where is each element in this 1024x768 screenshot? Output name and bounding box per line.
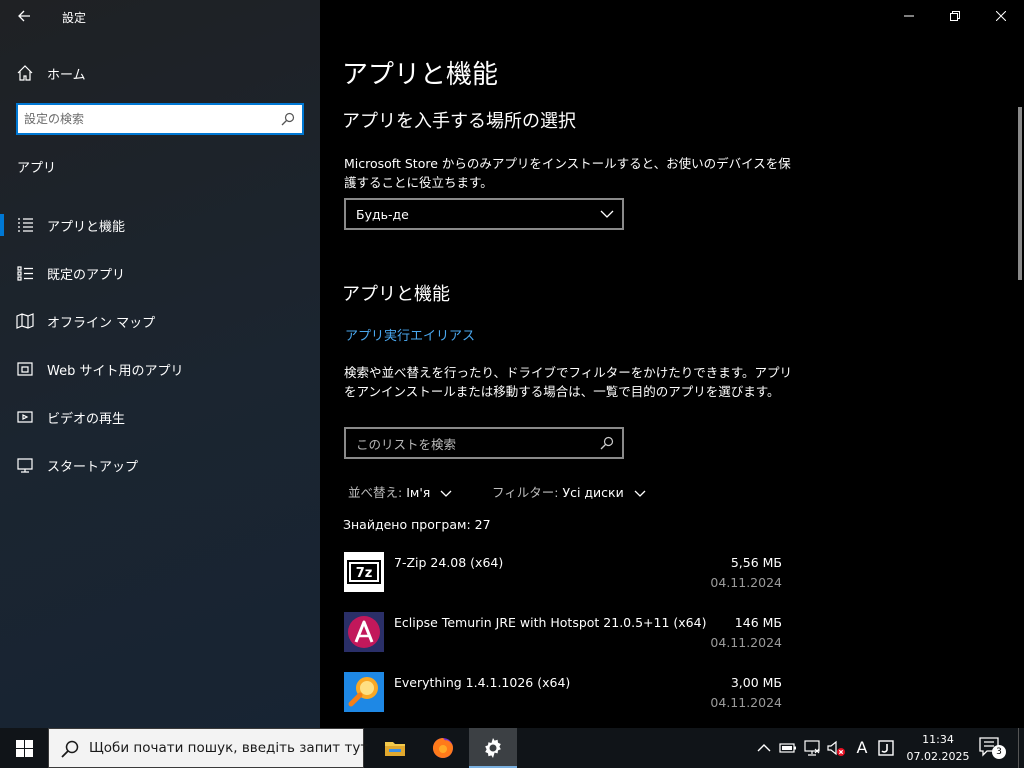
- app-date: 04.11.2024: [710, 635, 782, 650]
- search-icon: [600, 436, 614, 450]
- app-list-search-input[interactable]: [356, 435, 592, 453]
- filter-value: Усі диски: [562, 485, 624, 500]
- sidebar-item-label: Web サイト用のアプリ: [47, 364, 184, 379]
- volume-muted-icon[interactable]: [826, 738, 846, 758]
- show-desktop-button[interactable]: [1018, 728, 1024, 768]
- nav-home[interactable]: ホーム: [0, 52, 320, 92]
- action-center-button[interactable]: 3: [978, 736, 1008, 760]
- chevron-down-icon: [600, 210, 614, 218]
- sidebar-item-apps-features[interactable]: アプリと機能: [0, 204, 320, 244]
- taskbar-settings[interactable]: [469, 728, 517, 768]
- file-explorer-icon: [385, 742, 405, 756]
- firefox-icon: [432, 737, 453, 758]
- source-heading: アプリを入手する場所の選択: [342, 111, 576, 132]
- search-icon: [61, 740, 79, 758]
- close-button[interactable]: [978, 0, 1024, 32]
- windows-logo-icon: [16, 740, 33, 757]
- ime-mode-icon[interactable]: [876, 738, 896, 758]
- sidebar-item-label: ビデオの再生: [47, 412, 126, 427]
- app-execution-alias-link[interactable]: アプリ実行エイリアス: [345, 325, 475, 344]
- taskbar-search[interactable]: Щоби почати пошук, введіть запит тут: [48, 728, 368, 768]
- sort-label: 並べ替え:: [348, 485, 403, 500]
- app-size: 3,00 МБ: [730, 675, 782, 690]
- sidebar-item-startup[interactable]: スタートアップ: [0, 444, 320, 484]
- sidebar-item-offline-maps[interactable]: オフライン マップ: [0, 300, 320, 340]
- sidebar-item-label: オフライン マップ: [47, 316, 156, 331]
- settings-sidebar: 設定 ホーム アプリ アプリと機能 既定のアプリ オフライン マップ: [0, 0, 320, 728]
- back-button[interactable]: [8, 0, 40, 32]
- battery-icon[interactable]: [778, 738, 798, 758]
- search-icon: [281, 112, 295, 126]
- clock-date: 07.02.2025: [906, 750, 970, 763]
- sidebar-item-video-playback[interactable]: ビデオの再生: [0, 396, 320, 436]
- apps-heading: アプリと機能: [342, 284, 450, 305]
- page-title: アプリと機能: [342, 60, 499, 90]
- default-apps-icon: [17, 266, 33, 281]
- arrow-left-icon: [18, 10, 30, 22]
- settings-gear-icon: [485, 738, 501, 758]
- dropdown-value: Будь-де: [356, 207, 409, 222]
- web-apps-icon: [17, 362, 33, 376]
- close-icon: [996, 11, 1006, 21]
- startup-icon: [17, 458, 33, 473]
- window-title: 設定: [62, 11, 87, 25]
- source-description: Microsoft Store からのみアプリをインストールすると、お使いのデバ…: [344, 156, 791, 190]
- app-name: Everything 1.4.1.1026 (x64): [394, 675, 571, 690]
- apps-found-count: Знайдено програм: 27: [343, 517, 491, 532]
- app-list-item[interactable]: 7z 7-Zip 24.08 (x64) 5,56 МБ 04.11.2024: [320, 552, 1024, 612]
- app-source-dropdown[interactable]: Будь-де: [344, 198, 624, 230]
- app-date: 04.11.2024: [710, 695, 782, 710]
- settings-search-input[interactable]: [24, 110, 272, 128]
- app-name: Eclipse Temurin JRE with Hotspot 21.0.5+…: [394, 615, 707, 630]
- app-name: 7-Zip 24.08 (x64): [394, 555, 504, 570]
- filter-dropdown[interactable]: フィルター: Усі диски: [492, 482, 646, 501]
- filter-label: フィルター:: [492, 485, 559, 500]
- notification-badge: 3: [992, 745, 1006, 759]
- app-size: 5,56 МБ: [730, 555, 782, 570]
- sort-dropdown[interactable]: 並べ替え: Ім'я: [348, 482, 452, 501]
- home-icon: [17, 65, 33, 81]
- section-label-apps: アプリ: [17, 161, 57, 176]
- chevron-up-icon[interactable]: [754, 738, 774, 758]
- taskbar-file-explorer[interactable]: [371, 728, 419, 768]
- apps-description: 検索や並べ替えを行ったり、ドライブでフィルターをかけたりできます。アプリをアンイ…: [344, 365, 793, 399]
- map-icon: [16, 313, 34, 329]
- sidebar-item-label: アプリと機能: [47, 220, 126, 235]
- chevron-down-icon: [440, 490, 452, 497]
- network-icon[interactable]: [802, 738, 822, 758]
- sidebar-item-label: 既定のアプリ: [47, 268, 126, 283]
- sidebar-item-label: スタートアップ: [47, 460, 139, 475]
- taskbar-search-placeholder: Щоби почати пошук, введіть запит тут: [89, 740, 369, 756]
- minimize-icon: [904, 15, 914, 17]
- video-icon: [17, 411, 33, 423]
- sidebar-item-default-apps[interactable]: 既定のアプリ: [0, 252, 320, 292]
- app-date: 04.11.2024: [710, 575, 782, 590]
- app-size: 146 МБ: [734, 615, 782, 630]
- temurin-icon: [344, 612, 384, 652]
- settings-search[interactable]: [16, 103, 304, 135]
- restore-icon: [950, 11, 960, 21]
- list-icon: [18, 218, 33, 232]
- taskbar: Щоби почати пошук, введіть запит тут A 1…: [0, 728, 1024, 768]
- content-scrollbar[interactable]: [1018, 107, 1022, 280]
- active-indicator: [0, 214, 4, 236]
- app-list-search[interactable]: [344, 427, 624, 459]
- svg-text:7z: 7z: [356, 566, 373, 581]
- app-list-item[interactable]: Everything 1.4.1.1026 (x64) 3,00 МБ 04.1…: [320, 672, 1024, 732]
- taskbar-firefox[interactable]: [419, 728, 467, 768]
- ime-indicator[interactable]: A: [852, 738, 872, 758]
- 7zip-icon: 7z: [344, 552, 384, 592]
- restore-button[interactable]: [932, 0, 978, 32]
- minimize-button[interactable]: [886, 0, 932, 32]
- sidebar-item-web-apps[interactable]: Web サイト用のアプリ: [0, 348, 320, 388]
- app-list-item[interactable]: Eclipse Temurin JRE with Hotspot 21.0.5+…: [320, 612, 1024, 672]
- taskbar-clock[interactable]: 11:34 07.02.2025: [900, 731, 976, 765]
- clock-time: 11:34: [922, 733, 954, 746]
- start-button[interactable]: [0, 728, 48, 768]
- chevron-down-icon: [634, 490, 646, 497]
- sort-value: Ім'я: [406, 485, 431, 500]
- nav-home-label: ホーム: [47, 68, 86, 83]
- everything-icon: [344, 672, 384, 712]
- content-pane: アプリと機能 アプリを入手する場所の選択 Microsoft Store からの…: [320, 0, 1024, 728]
